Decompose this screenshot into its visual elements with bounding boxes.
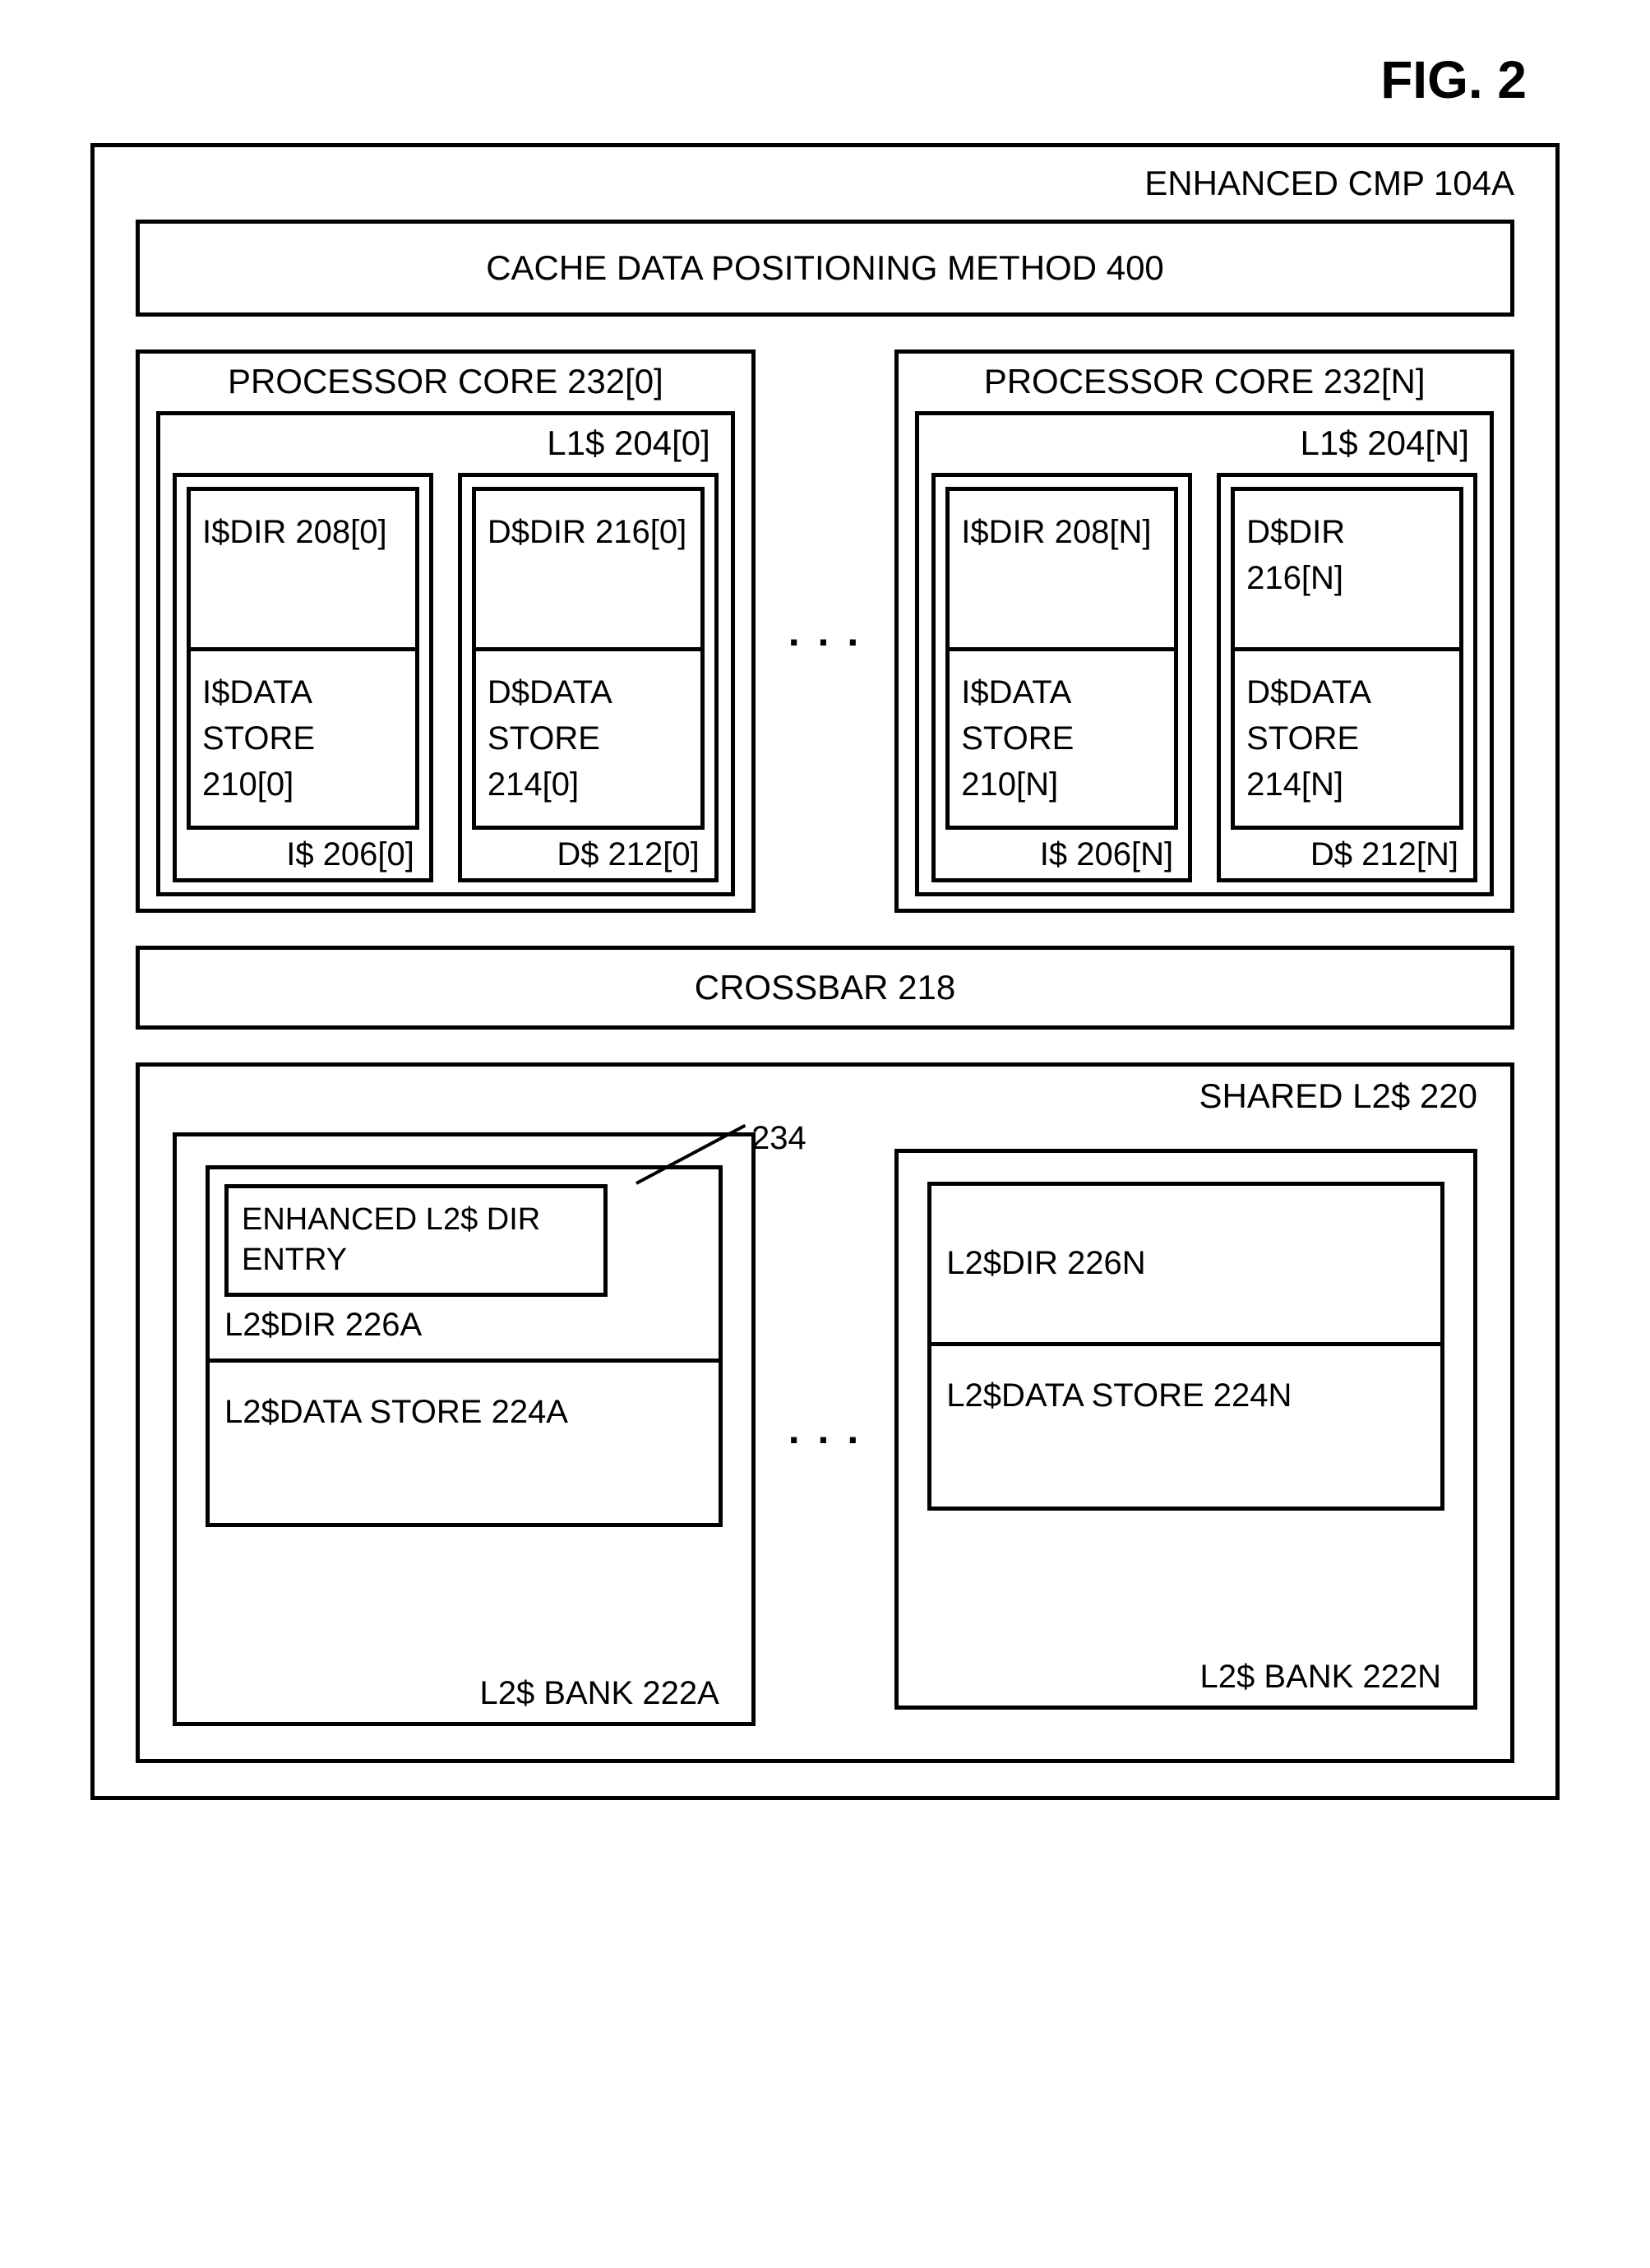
icache-0-dir: I$DIR 208[0]: [187, 487, 419, 651]
cores-row: PROCESSOR CORE 232[0] L1$ 204[0] I$DIR 2…: [136, 349, 1514, 913]
processor-core-0: PROCESSOR CORE 232[0] L1$ 204[0] I$DIR 2…: [136, 349, 756, 913]
enhanced-cmp-box: ENHANCED CMP 104A CACHE DATA POSITIONING…: [90, 143, 1560, 1800]
banks-ellipsis: . . .: [780, 1405, 870, 1453]
crossbar-box: CROSSBAR 218: [136, 946, 1514, 1030]
dcache-0-dir: D$DIR 216[0]: [472, 487, 705, 651]
l2-bank-a-label: L2$ BANK 222A: [206, 1675, 723, 1712]
processor-core-n: PROCESSOR CORE 232[N] L1$ 204[N] I$DIR 2…: [894, 349, 1514, 913]
dcache-0-label: D$ 212[0]: [472, 830, 705, 873]
banks-row: ENHANCED L2$ DIR ENTRY L2$DIR 226A L2$DA…: [173, 1132, 1477, 1726]
core-0-title: PROCESSOR CORE 232[0]: [156, 362, 735, 401]
crossbar-label: CROSSBAR 218: [140, 968, 1510, 1007]
icache-n-store: I$DATA STORE 210[N]: [945, 651, 1178, 830]
method-label: CACHE DATA POSITIONING METHOD 400: [140, 248, 1510, 288]
l1-0-label: L1$ 204[0]: [173, 424, 719, 463]
icache-0-label: I$ 206[0]: [187, 830, 419, 873]
l2-bank-a-dir-label: L2$DIR 226A: [224, 1297, 704, 1344]
l2-bank-a: ENHANCED L2$ DIR ENTRY L2$DIR 226A L2$DA…: [173, 1132, 756, 1726]
dcache-n-label: D$ 212[N]: [1231, 830, 1463, 873]
l2-bank-n-dir-label: L2$DIR 226N: [946, 1245, 1426, 1282]
l2-bank-a-dir: ENHANCED L2$ DIR ENTRY L2$DIR 226A: [206, 1165, 723, 1363]
l1-n-row: I$DIR 208[N] I$DATA STORE 210[N] I$ 206[…: [931, 473, 1477, 882]
enhanced-dir-entry-box: ENHANCED L2$ DIR ENTRY: [224, 1184, 608, 1297]
l1-cache-n: L1$ 204[N] I$DIR 208[N] I$DATA STORE 210…: [915, 411, 1494, 896]
l1-cache-0: L1$ 204[0] I$DIR 208[0] I$DATA STORE 210…: [156, 411, 735, 896]
dcache-n: D$DIR 216[N] D$DATA STORE 214[N] D$ 212[…: [1217, 473, 1477, 882]
core-n-title: PROCESSOR CORE 232[N]: [915, 362, 1494, 401]
l2-bank-n-dir: L2$DIR 226N: [927, 1182, 1444, 1346]
dcache-0-store: D$DATA STORE 214[0]: [472, 651, 705, 830]
dcache-0: D$DIR 216[0] D$DATA STORE 214[0] D$ 212[…: [458, 473, 719, 882]
l2-bank-a-data: L2$DATA STORE 224A: [206, 1363, 723, 1527]
l2-bank-n: L2$DIR 226N L2$DATA STORE 224N L2$ BANK …: [894, 1149, 1477, 1710]
icache-n-label: I$ 206[N]: [945, 830, 1178, 873]
dcache-n-dir: D$DIR 216[N]: [1231, 487, 1463, 651]
shared-l2-box: SHARED L2$ 220 ENHANCED L2$ DIR ENTRY L2…: [136, 1062, 1514, 1763]
l1-n-label: L1$ 204[N]: [931, 424, 1477, 463]
l1-0-row: I$DIR 208[0] I$DATA STORE 210[0] I$ 206[…: [173, 473, 719, 882]
figure-title: FIG. 2: [90, 49, 1560, 110]
ref-234: 234: [751, 1120, 807, 1157]
enhanced-cmp-label: ENHANCED CMP 104A: [136, 164, 1514, 203]
icache-n: I$DIR 208[N] I$DATA STORE 210[N] I$ 206[…: [931, 473, 1192, 882]
l2-bank-n-data: L2$DATA STORE 224N: [927, 1346, 1444, 1511]
method-box: CACHE DATA POSITIONING METHOD 400: [136, 220, 1514, 317]
icache-n-dir: I$DIR 208[N]: [945, 487, 1178, 651]
shared-l2-label: SHARED L2$ 220: [173, 1076, 1477, 1116]
dcache-n-store: D$DATA STORE 214[N]: [1231, 651, 1463, 830]
l2-bank-n-label: L2$ BANK 222N: [927, 1659, 1444, 1696]
icache-0-store: I$DATA STORE 210[0]: [187, 651, 419, 830]
cores-ellipsis: . . .: [780, 608, 870, 655]
icache-0: I$DIR 208[0] I$DATA STORE 210[0] I$ 206[…: [173, 473, 433, 882]
